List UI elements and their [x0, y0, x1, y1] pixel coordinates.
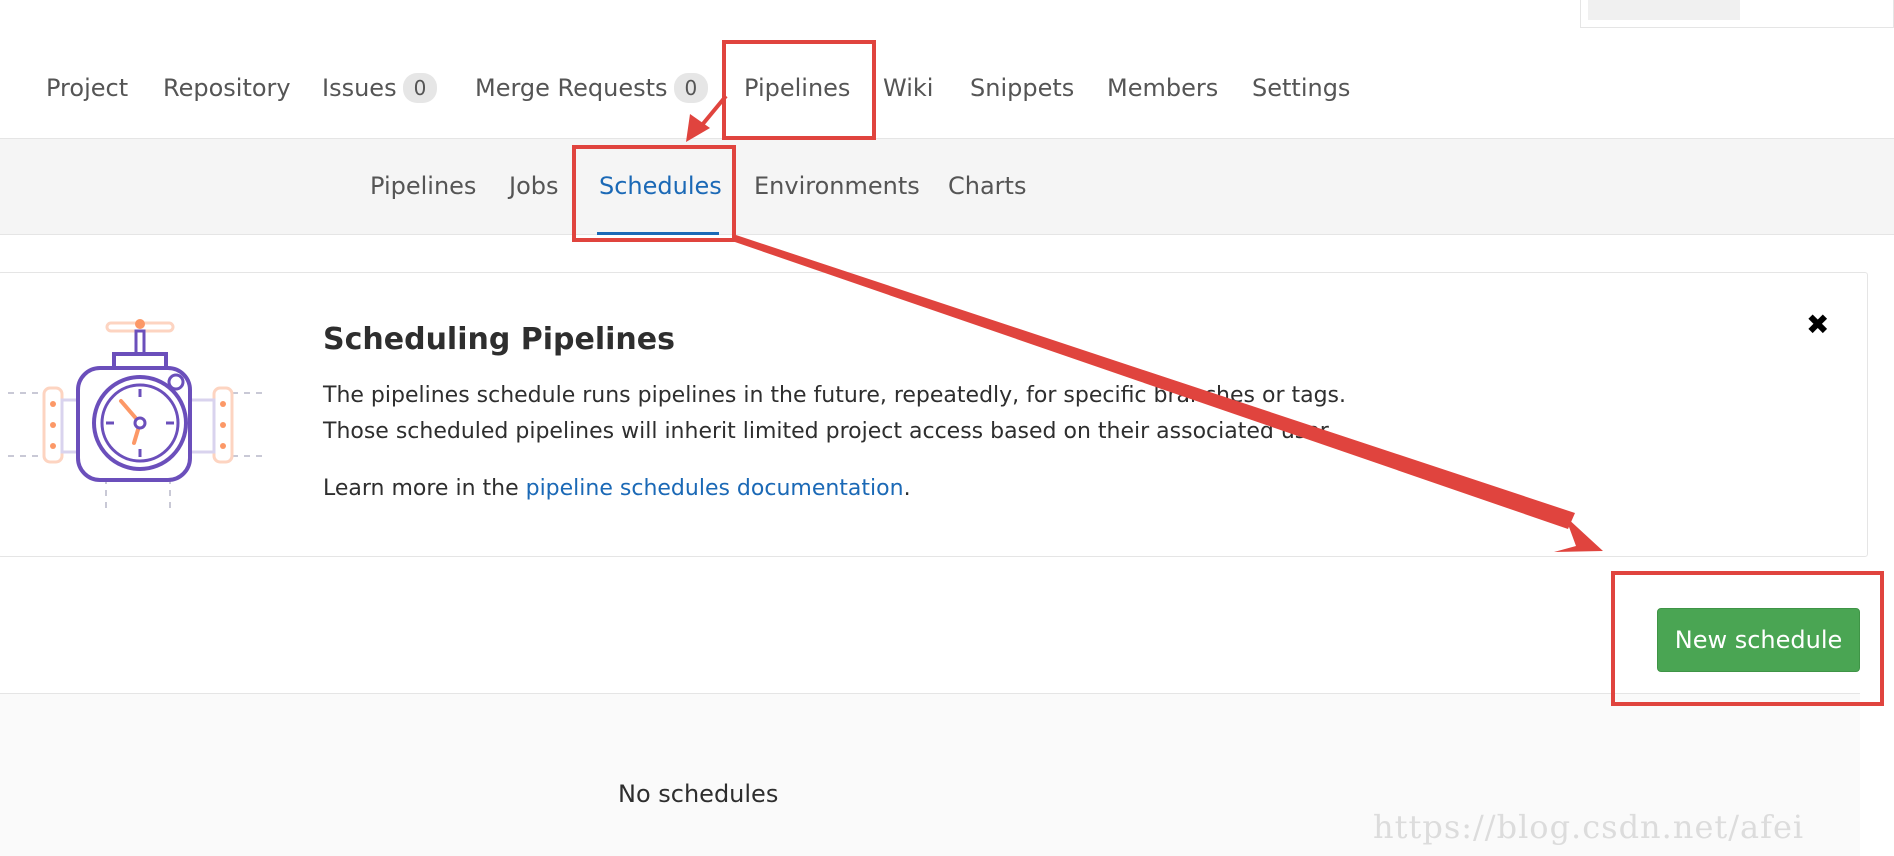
- nav-merge-requests[interactable]: Merge Requests 0: [475, 73, 709, 103]
- subnav-charts[interactable]: Charts: [948, 171, 1026, 201]
- annotation-box-pipelines: [722, 40, 876, 140]
- nav-repository[interactable]: Repository: [163, 73, 291, 103]
- pipeline-schedule-clock-illustration-icon: [8, 319, 268, 514]
- info-learn-more: Learn more in the pipeline schedules doc…: [323, 474, 911, 504]
- subnav-environments[interactable]: Environments: [754, 171, 920, 201]
- pipelines-subnav: [0, 139, 1894, 235]
- nav-settings[interactable]: Settings: [1252, 73, 1350, 103]
- info-title: Scheduling Pipelines: [323, 322, 675, 357]
- nav-merge-requests-label: Merge Requests: [475, 74, 668, 102]
- pipeline-schedules-docs-link[interactable]: pipeline schedules documentation: [526, 476, 904, 501]
- learn-more-suffix: .: [903, 476, 911, 501]
- nav-project[interactable]: Project: [46, 73, 128, 103]
- nav-issues-label: Issues: [322, 74, 397, 102]
- info-description-line-1: The pipelines schedule runs pipelines in…: [323, 383, 1347, 408]
- scheduling-info-panel: [0, 272, 1868, 557]
- merge-requests-count-badge: 0: [673, 73, 709, 103]
- nav-snippets[interactable]: Snippets: [970, 73, 1074, 103]
- issues-count-badge: 0: [402, 73, 438, 103]
- watermark: https://blog.csdn.net/afei: [1373, 808, 1805, 846]
- nav-wiki[interactable]: Wiki: [883, 73, 933, 103]
- subnav-jobs[interactable]: Jobs: [509, 171, 559, 201]
- nav-members[interactable]: Members: [1107, 73, 1218, 103]
- empty-state-text: No schedules: [618, 780, 779, 808]
- search-input[interactable]: [1588, 0, 1740, 20]
- nav-issues[interactable]: Issues 0: [322, 73, 438, 103]
- annotation-box-new-schedule: [1611, 571, 1884, 706]
- subnav-pipelines[interactable]: Pipelines: [370, 171, 476, 201]
- info-description-line-2: Those scheduled pipelines will inherit l…: [323, 419, 1334, 444]
- learn-more-prefix: Learn more in the: [323, 476, 526, 501]
- close-icon[interactable]: ✖: [1806, 310, 1829, 340]
- annotation-box-schedules: [572, 145, 736, 242]
